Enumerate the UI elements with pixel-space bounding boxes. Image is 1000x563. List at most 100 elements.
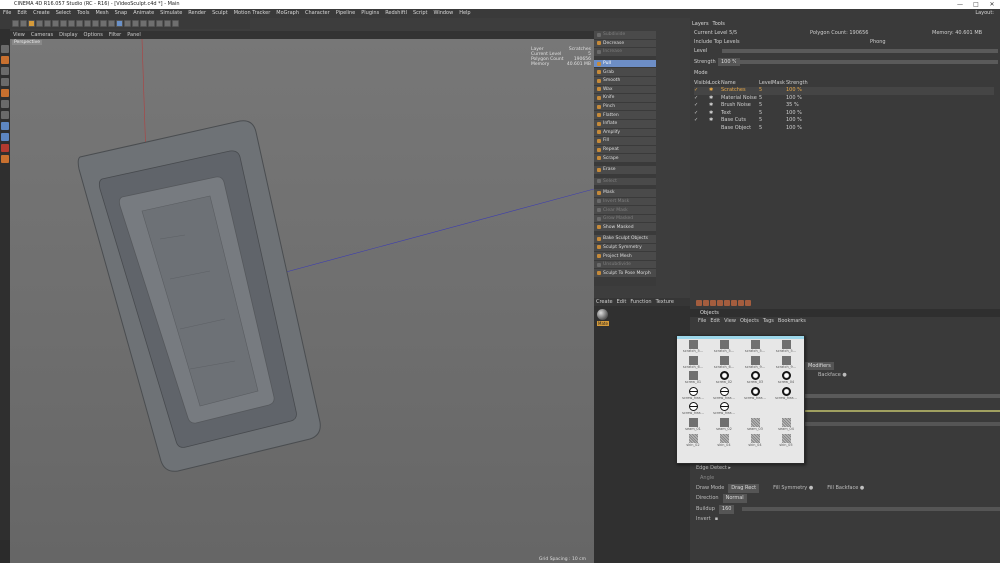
layer-vis[interactable]: ✓ [694, 87, 709, 95]
tweak-mode-icon[interactable] [1, 133, 9, 141]
axis-mode-icon[interactable] [1, 122, 9, 130]
stamp-item[interactable]: skin_02 [680, 433, 706, 450]
menu-item[interactable]: MoGraph [273, 9, 302, 18]
buildup-field[interactable]: 160 [718, 505, 735, 514]
model-mode-icon[interactable] [1, 56, 9, 64]
brush-erase[interactable]: Erase [594, 165, 656, 175]
rotate-icon[interactable] [52, 20, 59, 27]
menu-item[interactable]: Render [185, 9, 209, 18]
include-top-levels-checkbox[interactable]: Include Top Levels [694, 38, 870, 46]
stamp-item[interactable]: seam_02 [711, 417, 737, 434]
object-tool-icon[interactable] [724, 300, 730, 306]
points-mode-icon[interactable] [1, 89, 9, 97]
buildup-slider[interactable] [742, 507, 1000, 511]
backface-option[interactable]: Backface ● [818, 372, 847, 378]
material-name[interactable]: Mate [597, 321, 609, 326]
viewport-menu-item[interactable]: Cameras [28, 31, 56, 39]
objects-menu-item[interactable]: File [698, 317, 706, 325]
coord-system-icon[interactable] [84, 20, 91, 27]
stamp-item[interactable]: skin_04 [742, 433, 768, 450]
stamp-item[interactable]: screw_01 [680, 371, 706, 387]
layer-lock[interactable]: ✱ [709, 117, 721, 125]
layer-row[interactable]: ✓ ✱ Scratches 5 100 % [694, 87, 994, 95]
stamp-item[interactable]: scratch_5... [680, 340, 706, 356]
tab-modifiers[interactable]: Modifiers [805, 362, 834, 370]
layer-row[interactable]: ✓ ✱ Brush Noise 5 35 % [694, 102, 994, 110]
layer-vis[interactable]: ✓ [694, 102, 709, 110]
strength-slider[interactable] [736, 60, 998, 64]
menu-item[interactable]: Animate [130, 9, 157, 18]
edge-detect-label[interactable]: Edge Detect ▸ [696, 464, 731, 473]
menu-item[interactable]: Script [410, 9, 431, 18]
stamp-item[interactable]: screw_hea... [773, 386, 799, 403]
brush-wax[interactable]: Wax [594, 85, 656, 95]
stamp-item[interactable]: screw_hea... [680, 402, 706, 418]
maximize-button[interactable]: □ [968, 0, 984, 9]
close-button[interactable]: ✕ [984, 0, 1000, 9]
stamp-item[interactable]: skin_04 [711, 433, 737, 450]
stamp-item[interactable]: scratch_5... [773, 340, 799, 356]
x-axis-icon[interactable] [60, 20, 67, 27]
brush-amplify[interactable]: Amplify [594, 128, 656, 138]
level-slider[interactable] [722, 49, 998, 53]
z-axis-icon[interactable] [76, 20, 83, 27]
direction-dropdown[interactable]: Normal [722, 494, 747, 503]
object-tool-icon[interactable] [745, 300, 751, 306]
object-tool-icon[interactable] [696, 300, 702, 306]
stamp-item[interactable]: scratch_9... [742, 355, 768, 372]
brush-invert-mask[interactable]: Invert Mask [594, 197, 656, 207]
menu-item[interactable]: Edit [14, 9, 30, 18]
stamp-item[interactable]: skin_05 [773, 433, 799, 450]
menu-item[interactable]: Simulate [157, 9, 185, 18]
brush-sculpt-to-pose-morph[interactable]: Sculpt To Pose Morph [594, 269, 656, 279]
objects-menu-item[interactable]: Bookmarks [778, 317, 806, 325]
object-tool-icon[interactable] [717, 300, 723, 306]
cube-icon[interactable] [116, 20, 123, 27]
brush-select[interactable]: Select [594, 177, 656, 187]
menu-item[interactable]: File [0, 9, 14, 18]
brush-subdivide[interactable]: Subdivide [594, 31, 656, 40]
stamp-item[interactable]: seam_04 [773, 417, 799, 434]
stamp-item[interactable]: screw_02 [711, 371, 737, 387]
redo-icon[interactable] [20, 20, 27, 27]
objects-menu-item[interactable]: Objects [740, 317, 759, 325]
layer-vis[interactable]: ✓ [694, 110, 709, 118]
environment-icon[interactable] [156, 20, 163, 27]
stamp-item[interactable]: scratch_6... [680, 355, 706, 372]
material-preview-ball[interactable] [597, 309, 608, 320]
stamp-item[interactable]: screw_03 [742, 371, 768, 387]
brush-grab[interactable]: Grab [594, 68, 656, 77]
brush-smooth[interactable]: Smooth [594, 76, 656, 86]
undo-icon[interactable] [12, 20, 19, 27]
stamp-item[interactable]: screw_hea... [711, 386, 737, 403]
menu-item[interactable]: Pipeline [333, 9, 359, 18]
object-tool-icon[interactable] [738, 300, 744, 306]
brush-show-masked[interactable]: Show Masked [594, 223, 656, 233]
brush-decrease[interactable]: Decrease [594, 39, 656, 49]
layer-lock[interactable] [709, 125, 721, 133]
objects-menu-item[interactable]: Tags [763, 317, 774, 325]
deformer-icon[interactable] [148, 20, 155, 27]
stamp-item[interactable]: screw_hea... [680, 386, 706, 403]
layer-vis[interactable]: ✓ [694, 117, 709, 125]
render-settings-icon[interactable] [108, 20, 115, 27]
stamp-item[interactable] [773, 402, 799, 418]
viewport-menu-item[interactable]: Filter [106, 31, 124, 39]
object-tool-icon[interactable] [710, 300, 716, 306]
stamp-item[interactable]: screw_hea... [742, 386, 768, 403]
stamp-item[interactable]: scratch_5... [742, 340, 768, 356]
menu-item[interactable]: Motion Tracker [231, 9, 274, 18]
brush-repeat[interactable]: Repeat [594, 145, 656, 155]
layer-row[interactable]: ✓ ✱ Text 5 100 % [694, 110, 994, 118]
stamp-item[interactable]: seam_01 [680, 417, 706, 434]
brush-flatten[interactable]: Flatten [594, 111, 656, 120]
subdivision-icon[interactable] [132, 20, 139, 27]
scale-icon[interactable] [44, 20, 51, 27]
brush-grow-masked[interactable]: Grow Masked [594, 214, 656, 224]
layer-lock[interactable]: ✱ [709, 110, 721, 118]
object-tool-icon[interactable] [703, 300, 709, 306]
brush-inflate[interactable]: Inflate [594, 119, 656, 129]
menu-item[interactable]: Help [456, 9, 473, 18]
camera-icon[interactable] [164, 20, 171, 27]
fill-backface-option[interactable]: Fill Backface ● [827, 484, 864, 493]
